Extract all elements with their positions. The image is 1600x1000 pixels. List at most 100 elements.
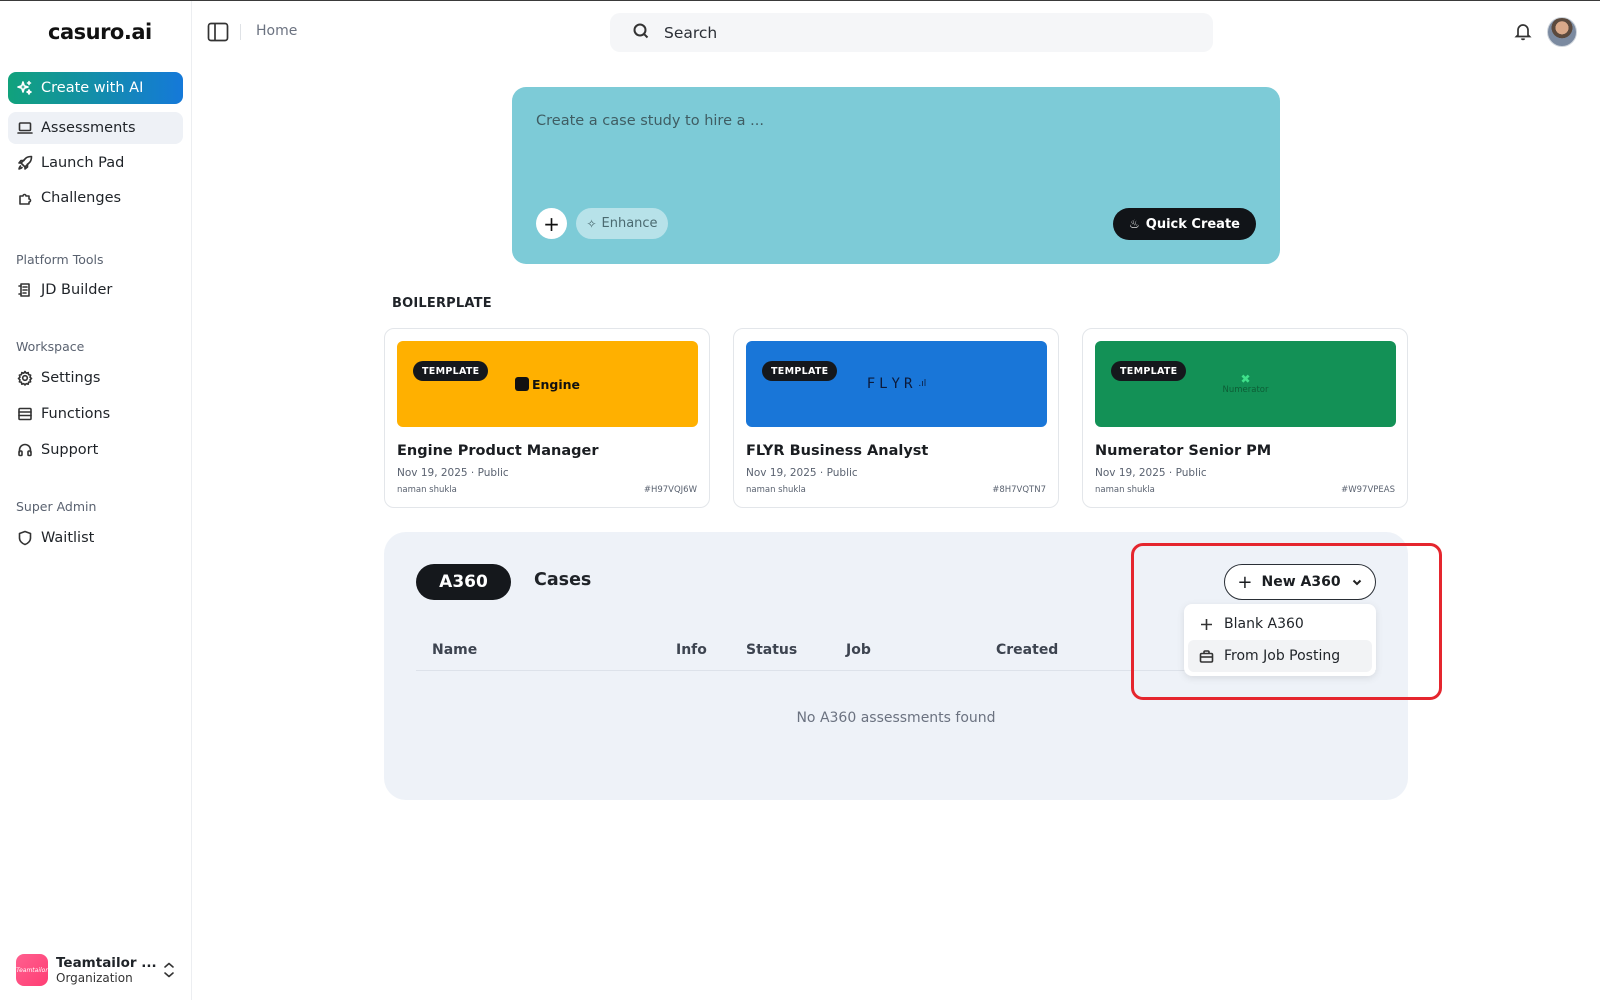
create-with-ai-button[interactable]: Create with AI: [8, 72, 183, 104]
sidebar-toggle-icon[interactable]: [207, 22, 229, 42]
empty-state-message: No A360 assessments found: [796, 710, 996, 726]
brand-name: Engine: [531, 376, 581, 392]
search-icon: [632, 22, 650, 44]
brand-logo: ✖ Numerator: [1095, 341, 1396, 427]
sidebar-item-label: Support: [41, 442, 99, 458]
card-title: FLYR Business Analyst: [746, 443, 929, 459]
chevrons-up-down-icon: [162, 961, 176, 979]
sidebar-item-label: Settings: [41, 370, 101, 386]
new-a360-label: New A360: [1261, 574, 1341, 590]
sidebar-item-label: Assessments: [41, 120, 136, 136]
chevron-down-icon: [1351, 576, 1363, 588]
plus-icon: +: [1237, 571, 1253, 593]
new-a360-menu: Blank A360 From Job Posting: [1184, 604, 1376, 676]
sidebar-item-settings[interactable]: Settings: [8, 362, 183, 394]
card-banner: TEMPLATE FLYR .ıl: [746, 341, 1047, 427]
card-id: #W97VPEAS: [1341, 485, 1395, 495]
plus-icon: [1198, 616, 1214, 632]
tab-cases[interactable]: Cases: [534, 570, 591, 590]
notifications-bell-icon[interactable]: [1513, 21, 1535, 43]
sidebar: casuro.ai Create with AI Assessments Lau…: [0, 1, 192, 1000]
card-author: naman shukla: [746, 485, 806, 495]
boilerplate-heading: BOILERPLATE: [392, 296, 492, 311]
window-top-border: [0, 0, 1600, 1]
sidebar-item-functions[interactable]: Functions: [8, 398, 183, 430]
card-meta: Nov 19, 2025 · Public: [746, 467, 858, 479]
rocket-icon: [17, 155, 33, 171]
search-input[interactable]: [664, 23, 1164, 42]
sidebar-item-launch-pad[interactable]: Launch Pad: [8, 147, 183, 179]
quick-create-button[interactable]: ♨ Quick Create: [1113, 208, 1256, 240]
puzzle-icon: [17, 190, 33, 206]
brand-logo: Engine: [397, 341, 698, 427]
briefcase-icon: [1198, 648, 1214, 664]
create-with-ai-label: Create with AI: [41, 80, 144, 96]
tab-a360[interactable]: A360: [416, 564, 511, 600]
plus-icon: +: [543, 211, 560, 236]
column-header-name[interactable]: Name: [432, 642, 477, 658]
section-label-platform-tools: Platform Tools: [16, 252, 104, 267]
brand-name: Numerator: [1222, 385, 1269, 395]
card-meta: Nov 19, 2025 · Public: [397, 467, 509, 479]
new-a360-dropdown-button[interactable]: + New A360: [1224, 564, 1376, 600]
sidebar-item-waitlist[interactable]: Waitlist: [8, 522, 183, 554]
ai-prompt-card: Create a case study to hire a ... + ✧ En…: [512, 87, 1280, 264]
template-card-flyr[interactable]: TEMPLATE FLYR .ıl FLYR Business Analyst …: [733, 328, 1059, 508]
menu-item-from-job-posting[interactable]: From Job Posting: [1188, 640, 1372, 672]
brand-name: FLYR: [866, 376, 917, 392]
organization-switcher[interactable]: Teamtailor Teamtailor ... Organization: [16, 953, 186, 987]
org-avatar: Teamtailor: [16, 954, 48, 986]
column-header-status[interactable]: Status: [746, 642, 797, 658]
shield-icon: [17, 530, 33, 546]
prompt-input[interactable]: Create a case study to hire a ...: [536, 113, 764, 129]
headphones-icon: [17, 442, 33, 458]
quick-create-label: Quick Create: [1145, 216, 1240, 232]
card-meta: Nov 19, 2025 · Public: [1095, 467, 1207, 479]
section-label-super-admin: Super Admin: [16, 499, 97, 514]
sparkles-icon: ✧: [586, 216, 597, 231]
template-card-engine[interactable]: TEMPLATE Engine Engine Product Manager N…: [384, 328, 710, 508]
sidebar-item-assessments[interactable]: Assessments: [8, 112, 183, 144]
assessments-panel: A360 Cases Name Info Status Job Created …: [384, 532, 1408, 800]
card-author: naman shukla: [397, 485, 457, 495]
menu-item-label: Blank A360: [1224, 616, 1304, 632]
user-avatar[interactable]: [1547, 17, 1577, 47]
document-icon: [17, 282, 33, 298]
card-id: #8H7VQTN7: [992, 485, 1046, 495]
laptop-icon: [17, 120, 33, 136]
brand-logo: FLYR .ıl: [746, 341, 1047, 427]
app-logo[interactable]: casuro.ai: [48, 20, 152, 44]
sidebar-item-support[interactable]: Support: [8, 434, 183, 466]
numerator-logo-icon: ✖: [1240, 372, 1251, 386]
sidebar-item-label: Challenges: [41, 190, 122, 206]
table-icon: [17, 406, 33, 422]
search-bar[interactable]: [610, 13, 1213, 52]
gear-icon: [17, 370, 33, 386]
sidebar-item-label: Launch Pad: [41, 155, 125, 171]
template-card-numerator[interactable]: TEMPLATE ✖ Numerator Numerator Senior PM…: [1082, 328, 1408, 508]
enhance-label: Enhance: [601, 216, 658, 231]
menu-item-blank-a360[interactable]: Blank A360: [1188, 608, 1372, 640]
breadcrumb-separator: [240, 24, 241, 40]
column-header-job[interactable]: Job: [846, 642, 871, 658]
enhance-button[interactable]: ✧ Enhance: [576, 208, 668, 239]
engine-logo-icon: [514, 377, 529, 391]
card-banner: TEMPLATE Engine: [397, 341, 698, 427]
sidebar-item-label: Waitlist: [41, 530, 95, 546]
sparkles-icon: [17, 80, 33, 96]
sidebar-item-label: JD Builder: [41, 282, 113, 298]
card-title: Numerator Senior PM: [1095, 443, 1272, 459]
card-author: naman shukla: [1095, 485, 1155, 495]
card-title: Engine Product Manager: [397, 443, 599, 459]
sidebar-item-challenges[interactable]: Challenges: [8, 182, 183, 214]
column-header-info[interactable]: Info: [676, 642, 707, 658]
sidebar-item-label: Functions: [41, 406, 111, 422]
card-id: #H97VQJ6W: [643, 485, 697, 495]
section-label-workspace: Workspace: [16, 339, 85, 354]
menu-item-label: From Job Posting: [1224, 648, 1341, 664]
column-header-created[interactable]: Created: [996, 642, 1058, 658]
sidebar-item-jd-builder[interactable]: JD Builder: [8, 274, 183, 306]
breadcrumb[interactable]: Home: [256, 23, 297, 39]
attach-plus-button[interactable]: +: [536, 208, 567, 239]
flame-icon: ♨: [1129, 217, 1140, 231]
